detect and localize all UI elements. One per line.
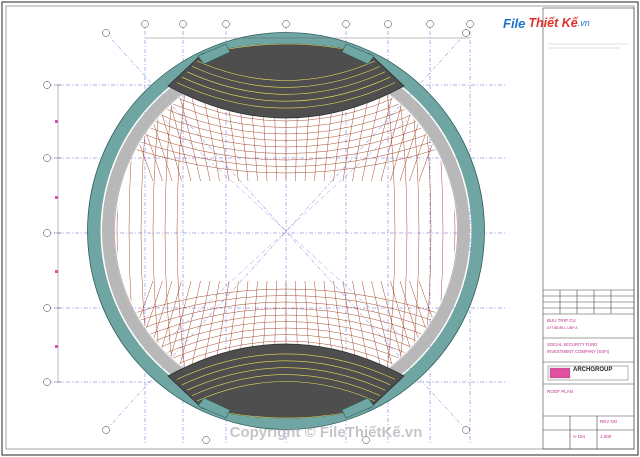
filethietke-logo: File Thiết Kế .vn (503, 10, 635, 36)
grid-bubble (141, 20, 149, 28)
sheet-number: A-104 (573, 434, 586, 439)
copyright-watermark: Copyright © FileThiếtKế.vn (229, 424, 423, 441)
drawing-title: ROOF PLAN (547, 389, 574, 394)
title-block-text-lines (548, 43, 628, 49)
grid-bubble (384, 20, 392, 28)
scale-value: 1:200 (600, 434, 612, 439)
grid-bubble (179, 20, 187, 28)
company-line-1: SOCIAL SECURITY FUND (547, 342, 598, 347)
grid-bubble (102, 29, 110, 37)
logo-thietke-text: Thiết Kế (528, 16, 578, 30)
grid-bubble (43, 378, 51, 386)
client-line-1: BUU TRIP CU (547, 318, 576, 323)
roof-plan-drawing (1, 1, 639, 456)
grid-bubble (282, 20, 290, 28)
rev-label: REV NO (600, 419, 618, 424)
mesh-side-rib (152, 80, 163, 382)
archgroup-logo-mark (549, 367, 571, 379)
grid-bubble (426, 20, 434, 28)
mesh-side-rib (164, 80, 175, 382)
grid-bubble (342, 20, 350, 28)
pink-markers (55, 120, 58, 348)
grid-bubble (43, 229, 51, 237)
firm-name: ARCHGROUP (573, 367, 613, 373)
mesh-side-rib (409, 80, 420, 382)
grid-bubble (462, 29, 470, 37)
grid-bubble (43, 154, 51, 162)
grid-bubble (102, 426, 110, 434)
title-block (542, 7, 635, 450)
logo-domain-text: .vn (577, 18, 590, 28)
grid-bubble (222, 20, 230, 28)
grid-bubble (43, 81, 51, 89)
company-line-2: INVESTMENT COMPANY (SSFI) (547, 349, 610, 354)
mesh-side-rib (385, 80, 396, 382)
grid-bubble (466, 20, 474, 28)
grid-bubble (43, 304, 51, 312)
client-line-2: AYTIBDRLL UBP A (547, 326, 578, 330)
mesh-side-rib (397, 80, 408, 382)
mesh-side-rib (176, 80, 187, 382)
logo-file-text: File (503, 15, 526, 31)
